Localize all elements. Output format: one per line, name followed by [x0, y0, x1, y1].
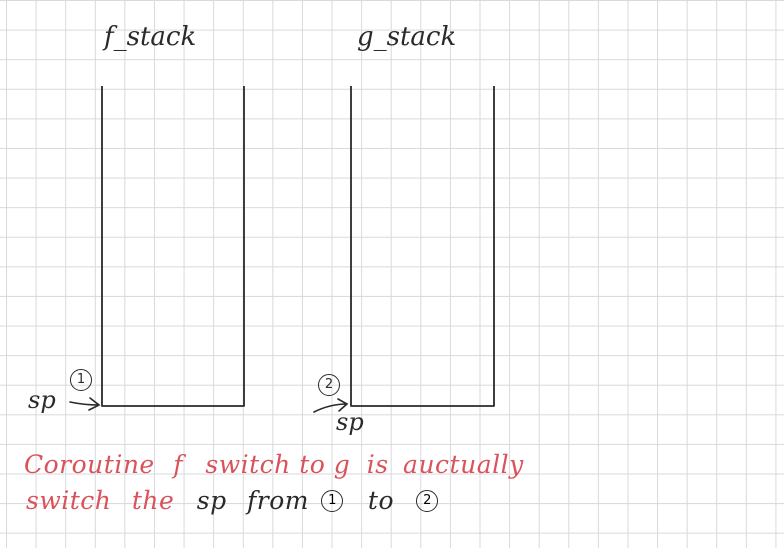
- f-stack-box: [101, 86, 245, 407]
- note-word: to: [367, 486, 395, 515]
- note-word: switch: [26, 486, 112, 515]
- g-stack-box: [350, 86, 495, 407]
- g-stack-label: g_stack: [357, 22, 457, 52]
- note-word: switch: [205, 450, 291, 479]
- grid-paper-canvas: f_stack g_stack sp sp 1 2 Coroutine f sw…: [0, 0, 784, 548]
- sp-label-left: sp: [28, 386, 56, 414]
- sp-label-right: sp: [336, 408, 364, 436]
- note-word: is: [366, 450, 389, 479]
- circled-marker-1: 1: [70, 369, 92, 391]
- note-word: from: [247, 486, 309, 515]
- circled-ref-1: 1: [321, 489, 344, 512]
- sp-arrow-left: [69, 397, 101, 411]
- note-line-2: switch the sp from 1 to 2: [26, 488, 442, 514]
- circled-marker-2: 2: [318, 374, 340, 396]
- circled-ref-2: 2: [416, 489, 439, 512]
- note-word: auctually: [403, 450, 524, 479]
- note-word: g: [333, 450, 351, 479]
- note-line-1: Coroutine f switch to g is auctually: [24, 452, 524, 477]
- note-word: f: [173, 450, 183, 479]
- note-word: to: [299, 450, 326, 479]
- note-word: sp: [196, 486, 227, 515]
- note-word: Coroutine: [24, 450, 155, 479]
- f-stack-label: f_stack: [104, 22, 197, 52]
- note-word: the: [131, 486, 175, 515]
